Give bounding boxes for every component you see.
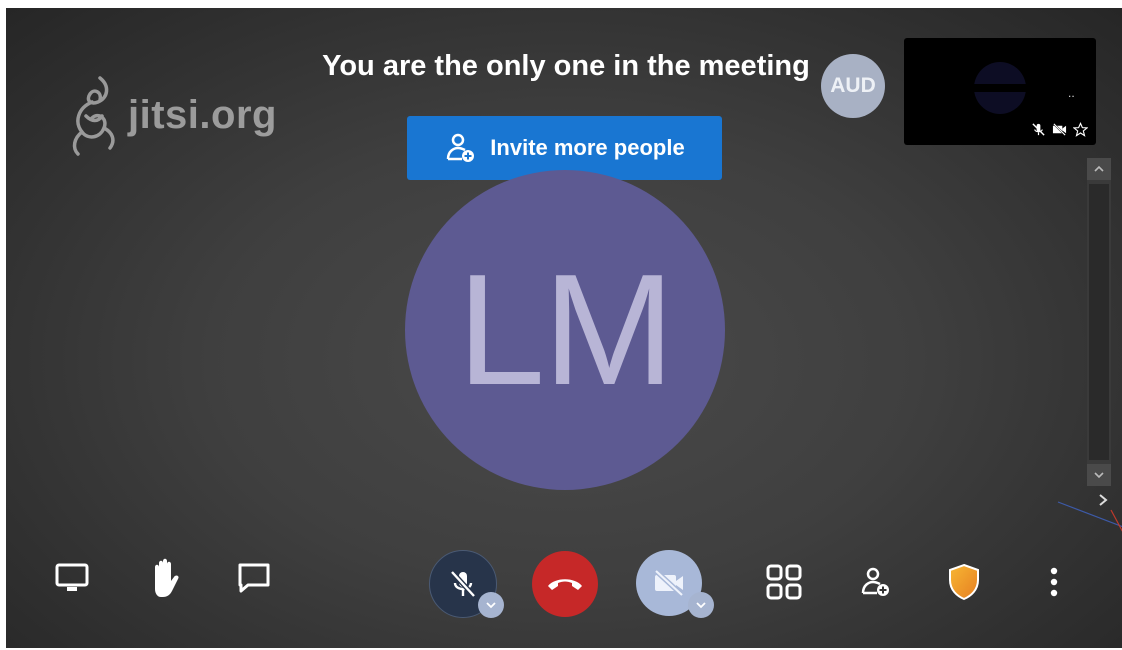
thumbnail-status-icons [1031,122,1088,137]
chevron-up-icon [1094,165,1104,172]
meeting-stage: jitsi.org You are the only one in the me… [6,8,1122,648]
filmstrip-thumbnail[interactable]: .. [904,38,1096,145]
chat-button[interactable] [234,558,274,598]
raise-hand-icon [155,558,179,597]
invite-button-label: Invite more people [490,135,685,160]
thumbnail-avatar [974,62,1026,114]
invite-people-button[interactable] [858,564,894,600]
only-one-in-meeting-title: You are the only one in the meeting [322,50,810,82]
security-options-button[interactable] [946,562,982,602]
microphone-options-button[interactable] [478,592,504,618]
scroll-up-button[interactable] [1087,158,1111,180]
security-shield-icon [949,563,979,601]
local-participant-avatar: LM [405,170,725,490]
invite-person-icon [861,567,889,596]
scroll-down-button[interactable] [1087,464,1111,486]
screen-share-icon [55,563,89,591]
camera-options-button[interactable] [688,592,714,618]
chevron-down-icon [696,602,706,609]
tile-view-icon [766,564,802,600]
jitsi-watermark[interactable]: jitsi.org [64,72,277,158]
more-options-icon [1050,567,1058,597]
hangup-button[interactable] [532,551,598,617]
raise-hand-button[interactable] [146,556,186,600]
camera-off-icon [654,569,684,597]
jitsi-logo-icon [72,76,115,156]
hangup-icon [548,579,582,590]
filmstrip-scrollbar[interactable] [1087,158,1111,486]
screen-share-button[interactable] [52,558,92,598]
mic-muted-icon [1032,123,1045,136]
camera-off-icon [1052,122,1067,137]
chat-icon [238,563,270,593]
tile-view-button[interactable] [764,562,804,602]
scrollbar-thumb[interactable] [1089,184,1109,460]
microphone-muted-icon [450,570,476,598]
annotation-line [1057,501,1122,532]
more-options-button[interactable] [1042,562,1066,602]
chevron-down-icon [1094,472,1104,479]
add-person-icon [447,133,475,162]
star-icon [1073,122,1088,137]
dominant-speaker-avatar[interactable]: AUD [821,54,885,118]
thumbnail-indicator: .. [1068,86,1075,100]
avatar-initials: AUD [830,74,876,97]
logo-text: jitsi.org [128,92,277,137]
toolbar [6,542,1122,642]
avatar-initials: LM [457,241,674,418]
chevron-down-icon [486,602,496,609]
